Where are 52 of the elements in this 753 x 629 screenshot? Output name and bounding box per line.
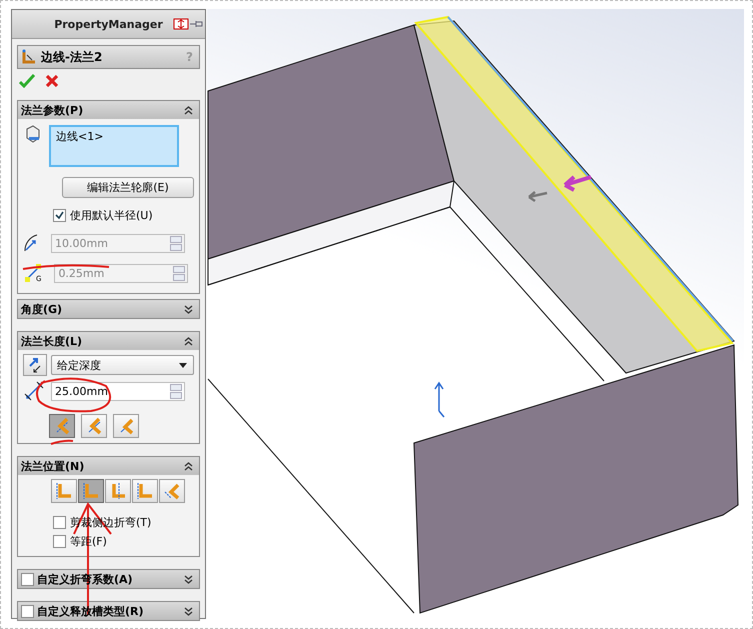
double-chevron-down-icon[interactable] bbox=[184, 574, 193, 584]
feature-name: 边线-法兰2 bbox=[41, 48, 104, 66]
length-option-button[interactable] bbox=[81, 414, 107, 438]
panel-title: PropertyManager bbox=[54, 18, 163, 30]
position-option-button[interactable] bbox=[105, 479, 131, 503]
checkbox[interactable] bbox=[21, 572, 34, 586]
checkbox[interactable] bbox=[53, 209, 66, 222]
direction-arrow-icon bbox=[528, 190, 548, 202]
double-chevron-up-icon[interactable] bbox=[184, 462, 193, 470]
flange-feature-icon bbox=[21, 49, 37, 65]
checkbox-label: 使用默认半径(U) bbox=[70, 208, 153, 223]
double-chevron-down-icon[interactable] bbox=[184, 304, 193, 314]
flange-position-icon bbox=[55, 482, 73, 500]
direction-arrows-icon bbox=[27, 357, 43, 373]
flange-position-icon bbox=[82, 482, 100, 500]
dropdown-caret-icon[interactable] bbox=[179, 362, 187, 368]
position-option-button[interactable] bbox=[78, 479, 104, 503]
section-title: 法兰位置(N) bbox=[21, 458, 86, 474]
edit-profile-button[interactable]: 编辑法兰轮廓(E) bbox=[62, 177, 194, 198]
section-title: 法兰参数(P) bbox=[21, 102, 84, 118]
coordinate-triad-icon bbox=[434, 382, 445, 418]
position-option-button[interactable] bbox=[132, 479, 158, 503]
end-condition-dropdown[interactable]: 给定深度 bbox=[51, 355, 194, 375]
flange-position-icon bbox=[163, 482, 181, 500]
section-header[interactable]: 法兰长度(L) bbox=[18, 332, 199, 350]
checkbox[interactable] bbox=[21, 604, 34, 618]
annotation-underline bbox=[50, 440, 74, 445]
section-header[interactable]: 法兰位置(N) bbox=[18, 457, 199, 475]
reverse-direction-button[interactable] bbox=[23, 354, 47, 376]
cancel-x-icon[interactable] bbox=[45, 74, 59, 88]
position-option-button[interactable] bbox=[159, 479, 185, 503]
position-option-button[interactable] bbox=[51, 479, 77, 503]
section-title: 法兰长度(L) bbox=[21, 334, 84, 348]
checkbox[interactable] bbox=[53, 535, 66, 548]
flange-position-icon bbox=[136, 482, 154, 500]
checkbox[interactable] bbox=[53, 516, 66, 529]
spinner-arrows-icon[interactable] bbox=[170, 384, 182, 398]
flange-length-icon bbox=[23, 380, 45, 402]
length-option-button[interactable] bbox=[113, 414, 139, 438]
flange-length-field[interactable]: 25.00mm bbox=[51, 382, 185, 400]
section-title: 角度(G) bbox=[21, 302, 64, 316]
section-header[interactable]: 法兰参数(P) bbox=[18, 101, 199, 119]
selection-list[interactable]: 边线<1> bbox=[49, 125, 179, 167]
ok-checkmark-icon[interactable] bbox=[19, 74, 35, 88]
section-header[interactable]: 角度(G) bbox=[18, 300, 199, 318]
selected-edge[interactable]: 边线<1> bbox=[56, 130, 104, 143]
flip-arrow-icon bbox=[563, 175, 593, 192]
double-chevron-down-icon[interactable] bbox=[184, 606, 193, 616]
double-chevron-up-icon[interactable] bbox=[184, 336, 193, 346]
pin-icon[interactable] bbox=[173, 18, 203, 30]
double-chevron-up-icon[interactable] bbox=[184, 106, 193, 114]
length-option-button[interactable] bbox=[49, 414, 75, 438]
